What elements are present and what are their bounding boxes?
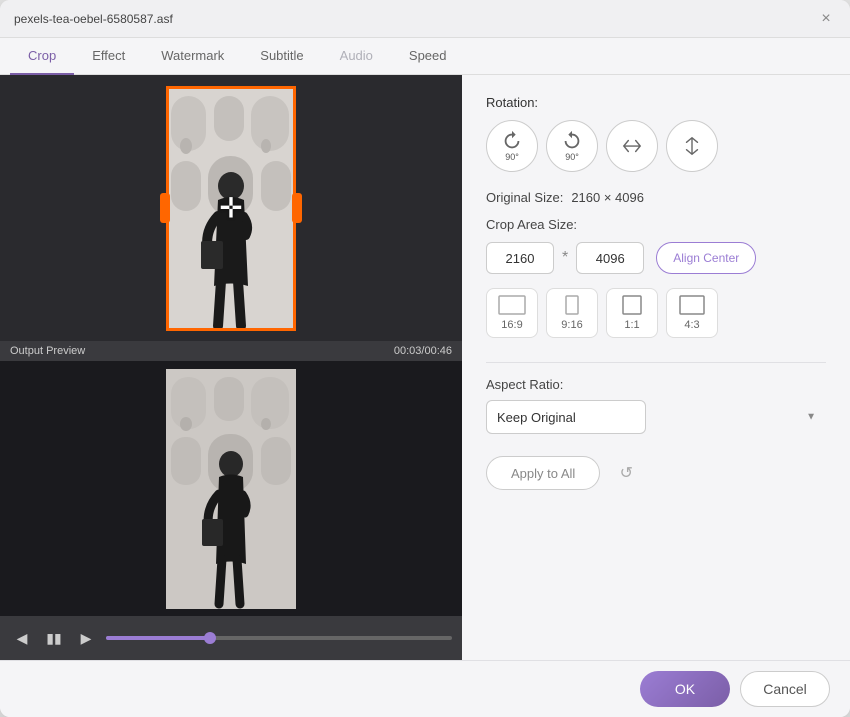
tab-audio: Audio <box>322 38 391 75</box>
output-preview-timestamp: 00:03/00:46 <box>394 345 452 357</box>
ratio-16-9-icon <box>498 295 526 315</box>
flip-h-icon <box>621 135 643 157</box>
ratio-4-3-label: 4:3 <box>684 319 699 331</box>
flip-v-icon <box>681 135 703 157</box>
refresh-icon[interactable]: ↺ <box>612 459 640 487</box>
pause-button[interactable]: ▮▮ <box>42 626 66 650</box>
crop-inputs-row: * Align Center <box>486 242 826 274</box>
flip-h-button[interactable] <box>606 120 658 172</box>
cancel-button[interactable]: Cancel <box>740 671 830 707</box>
close-button[interactable]: × <box>816 9 836 29</box>
rotate-cw-icon <box>501 130 523 152</box>
crop-separator: * <box>562 249 568 267</box>
main-window: pexels-tea-oebel-6580587.asf × Crop Effe… <box>0 0 850 717</box>
next-button[interactable]: ▶ <box>74 626 98 650</box>
aspect-ratio-dropdown-wrapper: Keep Original 16:9 9:16 4:3 1:1 Custom ▼ <box>486 400 826 434</box>
crop-handle-right[interactable] <box>292 193 302 223</box>
progress-thumb[interactable] <box>204 632 216 644</box>
output-preview-bar: Output Preview 00:03/00:46 <box>0 341 462 361</box>
apply-row: Apply to All ↺ <box>486 456 826 490</box>
output-video-svg <box>166 369 296 609</box>
window-title: pexels-tea-oebel-6580587.asf <box>14 12 173 26</box>
video-crop-area[interactable]: ✛ <box>0 75 462 341</box>
ratio-9-16-icon <box>558 295 586 315</box>
ratio-16-9-button[interactable]: 16:9 <box>486 288 538 338</box>
crop-width-input[interactable] <box>486 242 554 274</box>
ratio-1-1-button[interactable]: 1:1 <box>606 288 658 338</box>
ratio-4-3-icon <box>678 295 706 315</box>
ok-button[interactable]: OK <box>640 671 730 707</box>
ratio-9-16-button[interactable]: 9:16 <box>546 288 598 338</box>
tab-subtitle[interactable]: Subtitle <box>242 38 321 75</box>
divider <box>486 362 826 363</box>
apply-to-all-button[interactable]: Apply to All <box>486 456 600 490</box>
rotation-label: Rotation: <box>486 95 826 110</box>
crop-height-input[interactable] <box>576 242 644 274</box>
rotate-cw-button[interactable]: 90° <box>486 120 538 172</box>
original-size-row: Original Size: 2160 × 4096 <box>486 190 826 205</box>
rotate-ccw-button[interactable]: 90° <box>546 120 598 172</box>
left-panel: ✛ Output Preview 00:03/00:46 <box>0 75 462 660</box>
rotate-ccw-icon <box>561 130 583 152</box>
output-video-frame <box>166 369 296 609</box>
ratio-9-16-label: 9:16 <box>561 319 582 331</box>
main-content: ✛ Output Preview 00:03/00:46 <box>0 75 850 660</box>
output-preview-label: Output Preview <box>10 345 85 357</box>
tab-effect[interactable]: Effect <box>74 38 143 75</box>
tab-crop[interactable]: Crop <box>10 38 74 75</box>
rotation-buttons: 90° 90° <box>486 120 826 172</box>
progress-fill <box>106 636 210 640</box>
original-size-label: Original Size: <box>486 190 563 205</box>
ratio-1-1-icon <box>618 295 646 315</box>
crop-handle-left[interactable] <box>160 193 170 223</box>
tab-speed[interactable]: Speed <box>391 38 465 75</box>
flip-v-button[interactable] <box>666 120 718 172</box>
dropdown-chevron-icon: ▼ <box>806 412 816 423</box>
ratio-16-9-label: 16:9 <box>501 319 522 331</box>
original-size-value: 2160 × 4096 <box>571 190 644 205</box>
crop-area-label: Crop Area Size: <box>486 217 826 232</box>
crop-container[interactable]: ✛ <box>166 86 296 331</box>
tab-watermark[interactable]: Watermark <box>143 38 242 75</box>
ratio-1-1-label: 1:1 <box>624 319 639 331</box>
aspect-ratio-label: Aspect Ratio: <box>486 377 826 392</box>
title-bar: pexels-tea-oebel-6580587.asf × <box>0 0 850 38</box>
bottom-bar: OK Cancel <box>0 660 850 717</box>
controls-bar: ◀ ▮▮ ▶ <box>0 616 462 660</box>
rotate-cw-label: 90° <box>505 152 519 162</box>
ratio-buttons: 16:9 9:16 <box>486 288 826 338</box>
prev-button[interactable]: ◀ <box>10 626 34 650</box>
right-panel: Rotation: 90° 90° <box>462 75 850 660</box>
tab-bar: Crop Effect Watermark Subtitle Audio Spe… <box>0 38 850 75</box>
aspect-ratio-select[interactable]: Keep Original 16:9 9:16 4:3 1:1 Custom <box>486 400 646 434</box>
progress-bar[interactable] <box>106 636 452 640</box>
align-center-button[interactable]: Align Center <box>656 242 756 274</box>
output-video-area <box>0 361 462 616</box>
move-cursor-icon: ✛ <box>219 192 242 225</box>
ratio-4-3-button[interactable]: 4:3 <box>666 288 718 338</box>
rotate-ccw-label: 90° <box>565 152 579 162</box>
